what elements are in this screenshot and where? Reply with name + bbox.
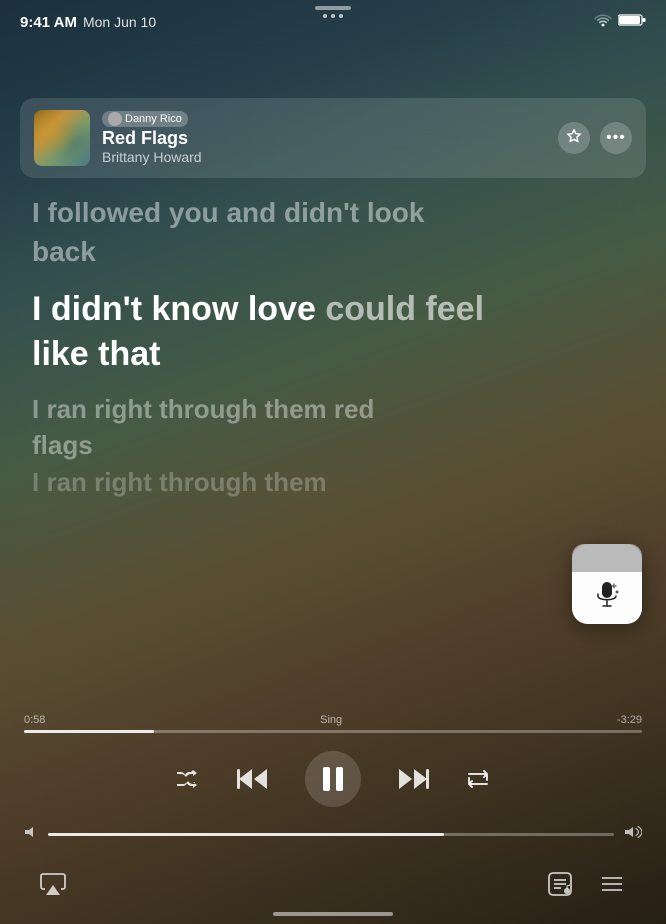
now-playing-card: Danny Rico Red Flags Brittany Howard •••	[20, 98, 646, 178]
playback-controls	[20, 751, 646, 807]
sing-button[interactable]	[572, 544, 642, 624]
user-avatar	[108, 112, 122, 126]
track-info: Danny Rico Red Flags Brittany Howard	[102, 111, 550, 166]
lyric-highlight: I didn't know love	[32, 290, 316, 328]
volume-track[interactable]	[48, 833, 614, 836]
time-elapsed: 0:58	[24, 714, 45, 726]
sing-button-handle	[572, 544, 642, 572]
lyric-highlight2: like that	[32, 335, 160, 373]
status-time: 9:41 AM	[20, 14, 77, 31]
right-controls	[546, 870, 626, 898]
volume-fill	[48, 833, 444, 836]
track-artist: Brittany Howard	[102, 149, 550, 165]
volume-bar-container	[20, 825, 646, 844]
wifi-icon	[594, 13, 612, 32]
progress-bar-container: 0:58 Sing -3:29	[20, 714, 646, 733]
shuffle-button[interactable]	[175, 768, 201, 790]
user-name: Danny Rico	[125, 113, 182, 125]
battery-icon	[618, 13, 646, 32]
status-right	[594, 13, 646, 32]
lyric-current-line2: like that	[32, 334, 634, 375]
drag-indicator	[315, 6, 351, 10]
more-button[interactable]: •••	[600, 122, 632, 154]
time-remaining: -3:29	[617, 714, 642, 726]
lyric-dim: could feel	[316, 290, 484, 328]
lyrics-section: I followed you and didn't look back I di…	[0, 185, 666, 639]
star-button[interactable]	[558, 122, 590, 154]
dot1	[323, 14, 327, 18]
user-pill: Danny Rico	[102, 111, 188, 127]
volume-high-icon	[624, 825, 642, 844]
repeat-button[interactable]	[465, 767, 491, 791]
lyric-next-line1: I ran right through them red	[32, 393, 634, 426]
progress-fill	[24, 730, 154, 733]
more-icon: •••	[606, 129, 626, 147]
album-art-inner	[34, 110, 90, 166]
lyric-current-line1: I didn't know love could feel	[32, 289, 634, 330]
lyric-prev-line2: back	[32, 234, 634, 269]
queue-button[interactable]	[598, 870, 626, 898]
sing-button-content	[572, 572, 642, 624]
dot3	[339, 14, 343, 18]
rewind-button[interactable]	[237, 766, 269, 792]
track-title: Red Flags	[102, 129, 550, 149]
mic-icon	[590, 578, 624, 619]
controls-section: 0:58 Sing -3:29	[0, 714, 666, 844]
airplay-button[interactable]	[40, 871, 66, 897]
volume-low-icon	[24, 825, 38, 844]
star-icon	[566, 129, 582, 148]
progress-labels: 0:58 Sing -3:29	[24, 714, 642, 726]
status-date: Mon Jun 10	[83, 14, 156, 30]
card-actions: •••	[558, 122, 632, 154]
sing-label: Sing	[320, 714, 342, 726]
lyric-current-container: I didn't know love could feel like that	[32, 289, 634, 375]
lyric-prev-line1: I followed you and didn't look	[32, 195, 634, 230]
lyric-next-line2: flags	[32, 429, 634, 462]
album-art	[34, 110, 90, 166]
dot2	[331, 14, 335, 18]
home-indicator	[273, 912, 393, 916]
fast-forward-button[interactable]	[397, 766, 429, 792]
track-user: Danny Rico	[102, 111, 550, 127]
progress-track[interactable]	[24, 730, 642, 733]
top-dots-menu[interactable]	[323, 14, 343, 18]
pause-button[interactable]	[305, 751, 361, 807]
lyrics-button[interactable]	[546, 870, 574, 898]
lyric-far-line1: I ran right through them	[32, 466, 634, 499]
